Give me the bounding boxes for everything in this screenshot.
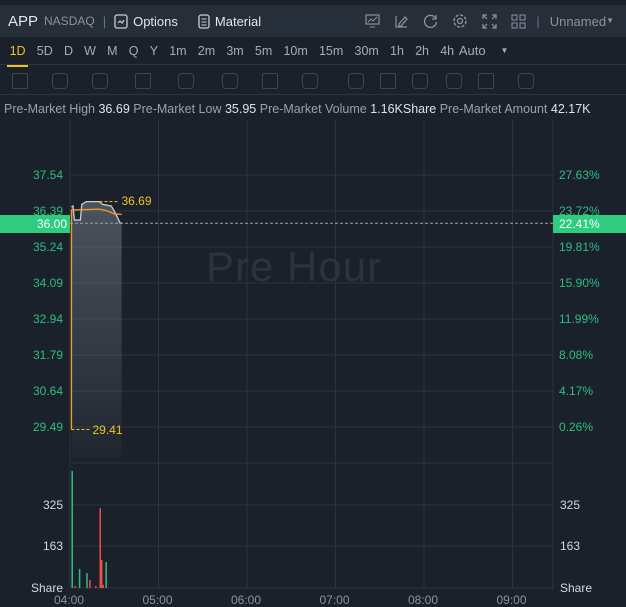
price-tick: 31.79 xyxy=(33,348,64,362)
price-area xyxy=(71,201,122,458)
high-marker-label: 36.69 xyxy=(121,193,152,208)
volume-bar xyxy=(105,561,107,588)
price-tick: 34.09 xyxy=(33,276,64,290)
low-marker-label: 29.41 xyxy=(92,422,123,437)
volume-tick: 325 xyxy=(560,498,581,512)
volume-bar xyxy=(71,471,73,588)
current-percent-tag: 22.41% xyxy=(553,215,626,233)
current-price-tag: 36.00 xyxy=(0,215,70,233)
price-chart[interactable] xyxy=(0,0,626,605)
price-tick: 35.24 xyxy=(33,240,64,254)
percent-tick: 8.08% xyxy=(559,348,594,362)
volume-bar xyxy=(74,585,76,588)
volume-tick: 163 xyxy=(560,539,581,553)
volume-unit: Share xyxy=(560,581,593,595)
price-tick: 29.49 xyxy=(33,420,64,434)
price-tick: 30.64 xyxy=(33,384,64,398)
volume-bar xyxy=(89,580,91,588)
percent-tick: 4.17% xyxy=(559,384,594,398)
price-tick: 37.54 xyxy=(33,168,64,182)
volume-tick: 325 xyxy=(43,498,64,512)
volume-bar xyxy=(99,508,101,588)
percent-tick: 11.99% xyxy=(559,312,599,326)
volume-bar xyxy=(86,573,88,588)
volume-bar xyxy=(102,584,104,588)
volume-bar xyxy=(95,585,97,588)
percent-tick: 0.26% xyxy=(559,420,594,434)
volume-bar xyxy=(78,568,81,588)
percent-tick: 19.81% xyxy=(559,240,600,254)
price-tick: 32.94 xyxy=(33,312,64,326)
percent-tick: 27.63% xyxy=(559,168,600,182)
volume-tick: 163 xyxy=(43,539,64,553)
percent-tick: 15.90% xyxy=(559,276,600,290)
volume-bar xyxy=(100,559,103,588)
